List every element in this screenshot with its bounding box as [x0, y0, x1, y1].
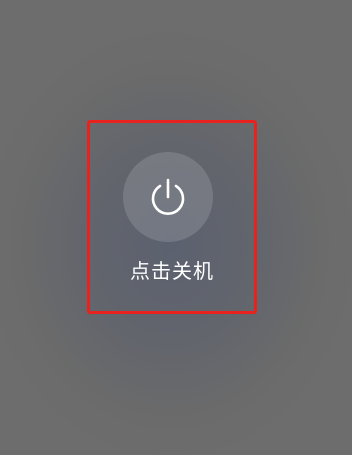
power-icon	[151, 178, 185, 215]
power-off-label[interactable]: 点击关机	[87, 255, 257, 284]
power-off-button[interactable]	[123, 152, 213, 242]
power-off-screen: 点击关机	[0, 0, 352, 455]
